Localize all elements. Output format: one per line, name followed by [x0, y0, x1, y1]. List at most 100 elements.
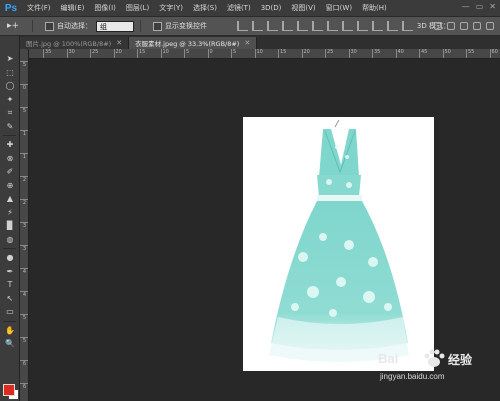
close-button[interactable]: ✕ — [489, 2, 496, 11]
menu-view[interactable]: 视图(V) — [286, 3, 320, 13]
menu-bar: Ps 文件(F) 编辑(E) 图像(I) 图层(L) 文字(Y) 选择(S) 滤… — [0, 0, 500, 16]
menu-window[interactable]: 窗口(W) — [321, 3, 357, 13]
ruler-tick-label: 20 — [113, 49, 122, 58]
drag-3d-icon[interactable] — [460, 22, 468, 30]
distribute-middle-icon[interactable] — [342, 21, 353, 31]
hand-tool-icon[interactable]: ✋ — [0, 324, 20, 338]
ruler-tick-label: 1 — [20, 153, 28, 160]
show-transform-label: 显示变换控件 — [165, 22, 207, 30]
lasso-tool-icon[interactable]: ◯ — [0, 79, 20, 93]
baidu-jingyan-watermark: Bai 经验 jingyan.baidu.com — [350, 345, 498, 399]
rotate-3d-icon[interactable] — [434, 22, 442, 30]
move-tool-icon[interactable]: ➤ — [0, 52, 20, 66]
ruler-tick-label: 2 — [20, 176, 28, 183]
align-bottom-icon[interactable] — [267, 21, 278, 31]
separator — [3, 135, 16, 136]
ruler-tick-label: 10 — [160, 49, 169, 58]
horizontal-ruler[interactable]: 35 30 25 20 15 10 5 0 5 10 15 20 25 30 35 40 45 50 55 60 — [29, 49, 500, 59]
clone-stamp-tool-icon[interactable]: ✐ — [0, 165, 20, 179]
tab-clothing-jpeg[interactable]: 衣服素材.jpeg @ 33.3%(RGB/8#) ✕ — [129, 37, 258, 49]
path-select-tool-icon[interactable]: ↖ — [0, 292, 20, 306]
tab-label: 图片.jpg @ 100%(RGB/8#) — [26, 40, 112, 48]
menu-select[interactable]: 选择(S) — [188, 3, 222, 13]
distribute-right-icon[interactable] — [402, 21, 413, 31]
healing-brush-tool-icon[interactable]: ✚ — [0, 138, 20, 152]
distribute-center-icon[interactable] — [387, 21, 398, 31]
minimize-button[interactable]: — — [462, 2, 470, 11]
align-middle-icon[interactable] — [252, 21, 263, 31]
align-top-icon[interactable] — [237, 21, 248, 31]
history-brush-tool-icon[interactable]: ⊕ — [0, 179, 20, 193]
separator — [140, 20, 141, 32]
ruler-tick-label: 15 — [278, 49, 286, 58]
blur-tool-icon[interactable]: ▉ — [0, 219, 20, 233]
ruler-tick-label: 50 — [442, 49, 451, 58]
ruler-tick-label: 30 — [66, 49, 75, 58]
ruler-tick-label: 35 — [372, 49, 380, 58]
align-left-icon[interactable] — [282, 21, 293, 31]
quick-select-tool-icon[interactable]: ✦ — [0, 93, 20, 107]
options-bar: ▸+ 自动选择： 组 显示变换控件 3D 模式： — [0, 16, 500, 36]
brush-tool-icon[interactable]: ⊗ — [0, 152, 20, 166]
ruler-tick-label: 5 — [231, 49, 236, 58]
move-tool-preset-icon[interactable]: ▸+ — [0, 21, 26, 31]
ruler-tick-label: 6 — [20, 360, 28, 367]
menu-layer[interactable]: 图层(L) — [121, 3, 154, 13]
photoshop-logo: Ps — [4, 2, 18, 14]
document-tabs: 图片.jpg @ 100%(RGB/8#) ✕ 衣服素材.jpeg @ 33.3… — [20, 36, 500, 49]
roll-3d-icon[interactable] — [447, 22, 455, 30]
auto-select-checkbox[interactable] — [45, 21, 54, 31]
menu-image[interactable]: 图像(I) — [89, 3, 121, 13]
slide-3d-icon[interactable] — [473, 22, 481, 30]
vertical-ruler[interactable]: 5 0 5 1 1 2 2 3 3 4 4 5 5 6 6 — [20, 49, 29, 401]
dodge-tool-icon[interactable]: ◍ — [0, 233, 20, 247]
document-canvas[interactable] — [243, 117, 434, 371]
eyedropper-tool-icon[interactable]: ✎ — [0, 120, 20, 134]
auto-select-label: 自动选择： — [57, 22, 92, 30]
ruler-tick-label: 5 — [20, 337, 28, 344]
type-tool-icon[interactable]: T — [0, 278, 20, 292]
show-transform-checkbox[interactable] — [153, 21, 162, 31]
sponge-tool-icon[interactable]: ● — [0, 251, 20, 265]
pen-tool-icon[interactable]: ✒ — [0, 265, 20, 279]
menu-filter[interactable]: 滤镜(T) — [222, 3, 256, 13]
menu-file[interactable]: 文件(F) — [22, 3, 56, 13]
close-icon[interactable]: ✕ — [244, 39, 250, 47]
eraser-tool-icon[interactable]: ▲ — [0, 192, 20, 206]
align-center-icon[interactable] — [297, 21, 308, 31]
ruler-tick-label: 20 — [301, 49, 310, 58]
watermark-brand: Bai — [378, 351, 399, 366]
menu-edit[interactable]: 编辑(E) — [56, 3, 90, 13]
zoom-tool-icon[interactable]: 🔍 — [0, 337, 20, 351]
align-buttons — [237, 21, 413, 31]
restore-button[interactable]: ▭ — [476, 2, 484, 11]
distribute-top-icon[interactable] — [327, 21, 338, 31]
ruler-tick-label: 5 — [184, 49, 189, 58]
baidu-paw-logo-icon — [424, 349, 445, 367]
menu-type[interactable]: 文字(Y) — [154, 3, 188, 13]
scale-3d-icon[interactable] — [486, 22, 494, 30]
auto-select-dropdown[interactable]: 组 — [96, 20, 134, 32]
watermark-url: jingyan.baidu.com — [380, 372, 445, 381]
distribute-left-icon[interactable] — [372, 21, 383, 31]
ruler-tick-label: 15 — [137, 49, 145, 58]
tab-image-jpg[interactable]: 图片.jpg @ 100%(RGB/8#) ✕ — [20, 37, 130, 49]
ruler-tick-label: 35 — [43, 49, 51, 58]
ruler-tick-label: 10 — [254, 49, 263, 58]
ruler-tick-label: 40 — [395, 49, 404, 58]
menu-3d[interactable]: 3D(D) — [256, 4, 287, 12]
watermark-jingyan: 经验 — [448, 353, 473, 367]
shape-tool-icon[interactable]: ▭ — [0, 305, 20, 319]
distribute-bottom-icon[interactable] — [357, 21, 368, 31]
mode-3d-buttons — [434, 22, 494, 30]
gradient-tool-icon[interactable]: ⚡ — [0, 206, 20, 220]
close-icon[interactable]: ✕ — [116, 39, 122, 47]
foreground-color-swatch[interactable] — [3, 384, 15, 396]
ruler-tick-label: 3 — [20, 222, 28, 229]
menu-help[interactable]: 帮助(H) — [357, 3, 392, 13]
crop-tool-icon[interactable]: ⌗ — [0, 106, 20, 120]
align-right-icon[interactable] — [312, 21, 323, 31]
marquee-tool-icon[interactable]: ⬚ — [0, 66, 20, 80]
ruler-tick-label: 55 — [466, 49, 474, 58]
window-controls: — ▭ ✕ — [462, 2, 496, 11]
